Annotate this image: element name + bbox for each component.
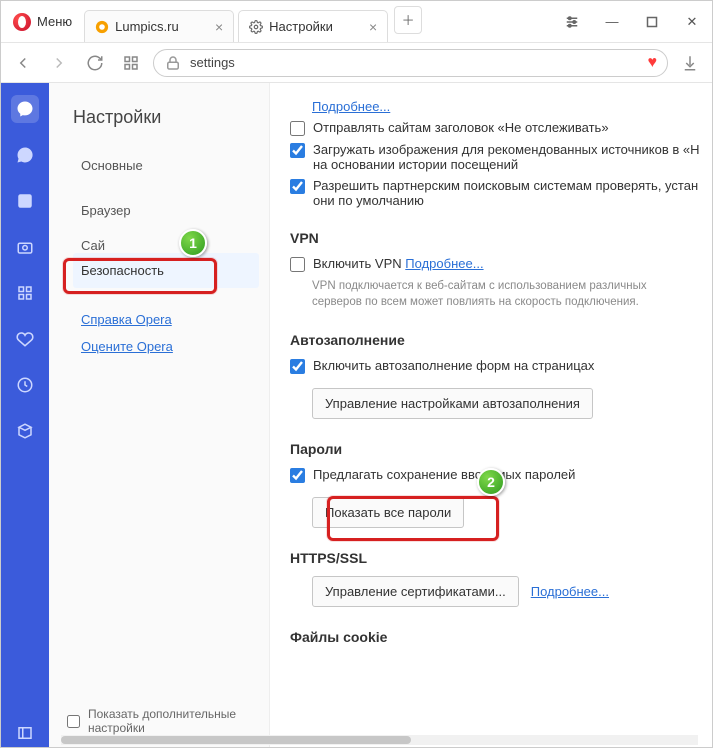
autofill-enable-checkbox[interactable] [290,359,305,374]
https-more-link[interactable]: Подробнее... [531,584,609,599]
rail-messenger-icon[interactable] [11,95,39,123]
settings-pane: Настройки Основные Браузер Сай Безопасно… [49,83,712,747]
tab-lumpics[interactable]: Lumpics.ru × [84,10,234,42]
favicon-settings-icon [249,20,263,34]
rail-bookmarks-icon[interactable] [11,325,39,353]
settings-sidebar: Настройки Основные Браузер Сай Безопасно… [49,83,269,747]
vpn-note: VPN подключается к веб-сайтам с использо… [312,278,686,310]
horizontal-scrollbar[interactable] [61,735,698,745]
advanced-settings-label: Показать дополнительные настройки [88,707,259,735]
do-not-track-checkbox[interactable] [290,121,305,136]
rail-speeddial-icon[interactable] [11,279,39,307]
vpn-enable-checkbox[interactable] [290,257,305,272]
manage-certs-button[interactable]: Управление сертификатами... [312,576,519,607]
tab-settings[interactable]: Настройки × [238,10,388,42]
passwords-offer-label: Предлагать сохранение вводимых паролей [313,467,575,482]
autofill-enable-label: Включить автозаполнение форм на страница… [313,358,594,373]
nav-reload-button[interactable] [81,49,109,77]
rail-collapse-icon[interactable] [11,719,39,747]
window-close-icon[interactable]: ✕ [672,1,712,43]
favicon-lumpics-icon [95,20,109,34]
advanced-settings-checkbox[interactable] [67,715,80,728]
rail-whatsapp-icon[interactable] [11,141,39,169]
sidebar-rail [1,83,49,747]
sidebar-item-security[interactable]: Безопасность [73,253,259,288]
passwords-heading: Пароли [290,441,708,457]
recommended-images-checkbox[interactable] [290,143,305,158]
sidebar-item-basic[interactable]: Основные [73,148,259,183]
menu-button[interactable]: Меню [1,1,84,42]
rail-history-icon[interactable] [11,371,39,399]
cookies-heading: Файлы cookie [290,629,708,645]
heart-icon[interactable]: ♥ [648,54,658,72]
speed-dial-button[interactable] [117,49,145,77]
window-controls: — ✕ [552,1,712,42]
sidebar-item-sites[interactable]: Сай [73,228,259,253]
menu-label: Меню [37,14,72,29]
partner-search-label: Разрешить партнерским поисковым системам… [313,178,708,208]
titlebar: Меню Lumpics.ru × Настройки × ＋ — ✕ [1,1,712,43]
vpn-more-link[interactable]: Подробнее... [405,256,483,271]
vpn-enable-label: Включить VPN [313,256,402,271]
advanced-settings-toggle[interactable]: Показать дополнительные настройки [67,707,259,735]
privacy-more-link[interactable]: Подробнее... [312,99,390,114]
rail-snapshot-icon[interactable] [11,233,39,261]
show-all-passwords-button[interactable]: Показать все пароли [312,497,464,528]
nav-forward-button[interactable] [45,49,73,77]
toolbar: ♥ [1,43,712,83]
https-heading: HTTPS/SSL [290,550,708,566]
easy-setup-icon[interactable] [552,1,592,43]
address-input[interactable] [190,55,640,70]
sidebar-link-help[interactable]: Справка Opera [73,306,259,333]
new-tab-button[interactable]: ＋ [394,6,422,34]
opera-logo-icon [13,13,31,31]
tab-title: Настройки [269,19,333,34]
passwords-offer-checkbox[interactable] [290,468,305,483]
window-maximize-icon[interactable] [632,1,672,43]
window-minimize-icon[interactable]: — [592,1,632,43]
downloads-button[interactable] [676,49,704,77]
page-title: Настройки [73,107,259,128]
sidebar-item-browser[interactable]: Браузер [73,193,259,228]
lock-icon [164,54,182,72]
autofill-heading: Автозаполнение [290,332,708,348]
do-not-track-label: Отправлять сайтам заголовок «Не отслежив… [313,120,609,135]
partner-search-checkbox[interactable] [290,179,305,194]
autofill-manage-button[interactable]: Управление настройками автозаполнения [312,388,593,419]
rail-vk-icon[interactable] [11,187,39,215]
settings-content: Подробнее... Отправлять сайтам заголовок… [269,83,712,747]
sidebar-link-rate[interactable]: Оцените Opera [73,333,259,360]
nav-back-button[interactable] [9,49,37,77]
tab-close-icon[interactable]: × [215,20,223,34]
tab-title: Lumpics.ru [115,19,179,34]
vpn-heading: VPN [290,230,708,246]
tab-strip: Lumpics.ru × Настройки × ＋ [84,1,552,42]
address-bar[interactable]: ♥ [153,49,668,77]
recommended-images-label: Загружать изображения для рекомендованны… [313,142,708,172]
rail-extensions-icon[interactable] [11,417,39,445]
tab-close-icon[interactable]: × [369,20,377,34]
